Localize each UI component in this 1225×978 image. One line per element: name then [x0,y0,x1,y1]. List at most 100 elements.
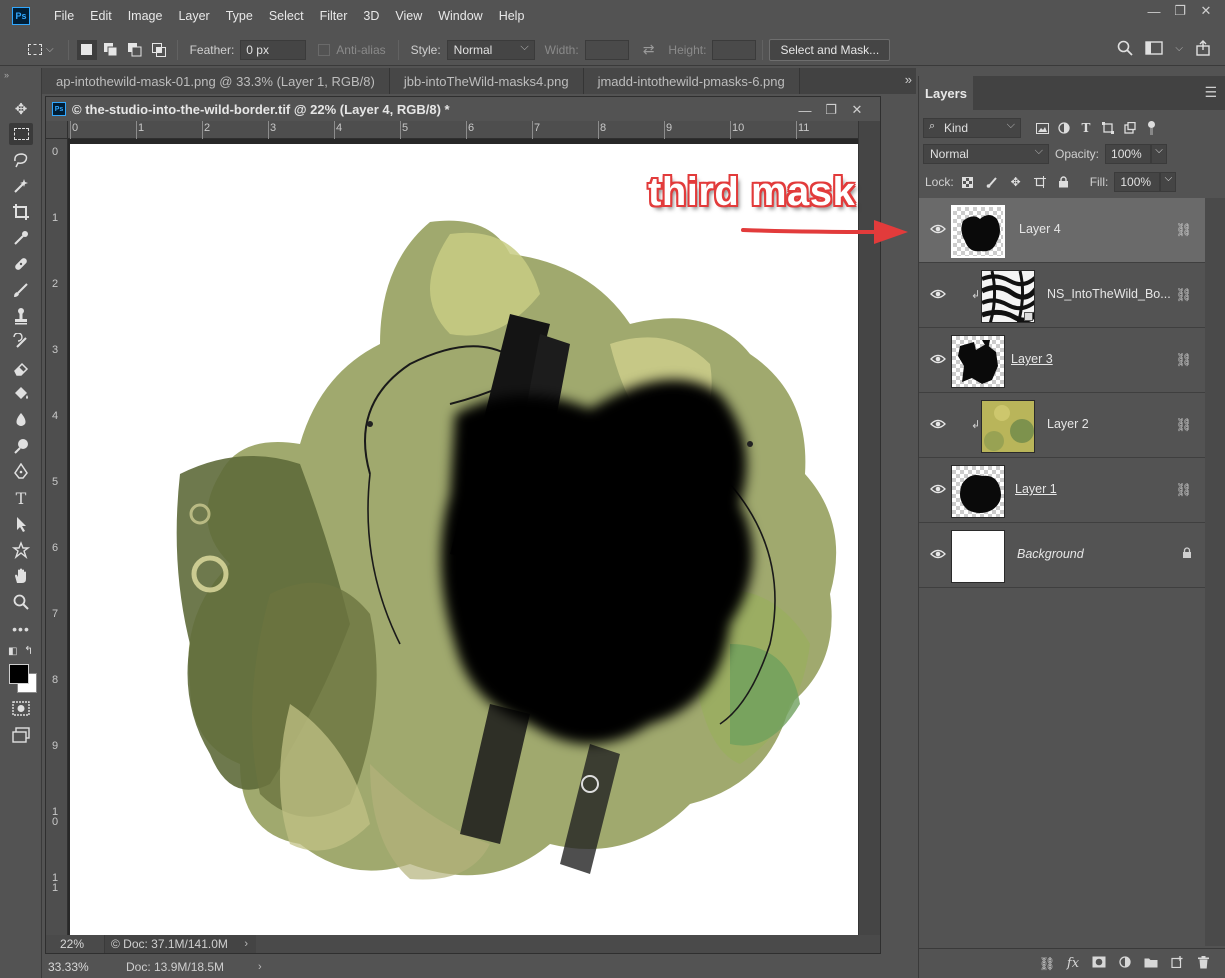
layer-row-ns-intothewild[interactable]: ↲ NS_IntoTheWild_Bo... ⛓ [919,263,1206,328]
new-layer-icon[interactable] [1164,956,1190,971]
close-button[interactable]: ✕ [1193,0,1219,22]
tab-document-2[interactable]: jbb-intoTheWild-masks4.png [389,68,584,94]
restore-button[interactable]: ❐ [1167,0,1193,22]
blend-mode-select[interactable]: Normal [923,144,1049,164]
document-size-info[interactable]: © Doc: 37.1M/141.0M › [104,935,256,953]
preset-chevron-down-icon[interactable]: ⌵ [46,44,54,55]
visibility-eye-icon[interactable] [929,287,947,301]
blur-tool-icon[interactable] [9,409,33,431]
delete-layer-trash-icon[interactable] [1190,955,1216,972]
document-canvas[interactable] [70,144,862,936]
path-selection-tool-icon[interactable] [9,513,33,535]
layers-scrollbar[interactable] [1205,198,1225,946]
layer-name[interactable]: Background [1017,547,1084,561]
status-menu-chevron-icon[interactable]: › [244,938,248,950]
pen-tool-icon[interactable] [9,461,33,483]
type-tool-icon[interactable]: T [9,487,33,509]
brush-tool-icon[interactable] [9,279,33,301]
quick-mask-icon[interactable] [9,698,33,720]
antialias-checkbox[interactable] [318,43,331,56]
photoshop-logo-icon[interactable]: Ps [12,7,30,25]
app-doc-size-info[interactable]: Doc: 13.9M/18.5M [126,960,224,974]
filter-shape-layers-icon[interactable] [1101,121,1115,135]
lock-position-icon[interactable]: ✥ [1009,175,1023,189]
toolbar-collapse-icon[interactable]: » [4,70,9,80]
share-icon[interactable] [1195,40,1211,56]
menu-window[interactable]: Window [430,9,490,23]
default-colors-icon[interactable]: ◧ [8,646,17,657]
workspace-icon[interactable] [1145,41,1164,55]
link-icon[interactable]: ⛓ [1175,482,1192,498]
layer-name[interactable]: Layer 3 [1011,352,1053,366]
history-brush-tool-icon[interactable] [9,331,33,353]
filter-type-layers-icon[interactable]: T [1079,121,1093,135]
lock-transparent-pixels-icon[interactable] [961,175,975,189]
zoom-tool-icon[interactable] [9,591,33,613]
layer-thumbnail[interactable] [951,530,1005,583]
lock-artboard-icon[interactable] [1033,175,1047,189]
menu-filter[interactable]: Filter [312,9,356,23]
new-adjustment-layer-icon[interactable] [1112,956,1138,971]
hand-tool-icon[interactable] [9,565,33,587]
layer-row-background[interactable]: Background [919,523,1206,588]
clone-stamp-tool-icon[interactable] [9,305,33,327]
style-select[interactable]: Normal [446,39,535,60]
visibility-eye-icon[interactable] [929,222,947,236]
menu-image[interactable]: Image [120,9,171,23]
menu-view[interactable]: View [387,9,430,23]
layer-name[interactable]: Layer 1 [1015,482,1057,496]
doc-close-button[interactable]: ✕ [844,99,870,121]
subtract-selection-button[interactable] [125,40,145,60]
link-icon[interactable]: ⛓ [1175,222,1192,238]
add-mask-icon[interactable] [1086,956,1112,971]
layer-style-fx-icon[interactable]: fx [1060,956,1086,971]
ruler-origin[interactable] [46,121,68,139]
link-icon[interactable]: ⛓ [1175,417,1192,433]
tab-layers[interactable]: Layers [919,76,973,110]
filter-kind-select[interactable]: ⌕ Kind [923,118,1021,138]
custom-shape-tool-icon[interactable] [9,539,33,561]
crop-tool-icon[interactable] [9,201,33,223]
height-input[interactable] [712,39,757,60]
tab-document-1[interactable]: ap-intothewild-mask-01.png @ 33.3% (Laye… [42,68,390,94]
doc-minimize-button[interactable]: — [792,99,818,121]
horizontal-ruler[interactable]: 0 1 2 3 4 5 6 7 8 9 10 11 [68,121,858,139]
quick-select-tool-icon[interactable] [9,175,33,197]
document-zoom-level[interactable]: 22% [46,937,104,951]
tab-overflow-icon[interactable]: » [905,72,912,87]
healing-brush-tool-icon[interactable] [9,253,33,275]
filter-smart-objects-icon[interactable] [1123,121,1137,135]
app-zoom-level[interactable]: 33.33% [42,960,116,974]
layer-name[interactable]: NS_IntoTheWild_Bo... [1047,287,1171,301]
swap-colors-icon[interactable]: ↰ [24,644,33,657]
layer-thumbnail[interactable] [981,400,1035,453]
swap-dimensions-icon[interactable]: ⇄ [643,41,655,58]
visibility-eye-icon[interactable] [929,482,947,496]
eyedropper-tool-icon[interactable] [9,227,33,249]
tab-document-3[interactable]: jmadd-intothewild-pmasks-6.png [583,68,800,94]
layer-row-layer-2[interactable]: ↲ Layer 2 ⛓ [919,393,1206,458]
move-tool-icon[interactable]: ✥ [9,98,33,120]
app-status-chevron-icon[interactable]: › [258,961,262,973]
layer-row-layer-1[interactable]: Layer 1 ⛓ [919,458,1206,523]
visibility-eye-icon[interactable] [929,547,947,561]
menu-type[interactable]: Type [218,9,261,23]
layer-row-layer-4[interactable]: Layer 4 ⛓ [919,198,1206,263]
workspace-chevron-down-icon[interactable]: ⌵ [1175,43,1183,54]
filter-pixel-layers-icon[interactable] [1035,121,1049,135]
more-tools-icon[interactable]: ••• [9,618,33,640]
layer-lock-icon[interactable] [1182,547,1192,562]
layer-row-layer-3[interactable]: Layer 3 ⛓ [919,328,1206,393]
intersect-selection-button[interactable] [149,40,169,60]
vertical-ruler[interactable]: 0 1 2 3 4 5 6 7 8 9 1 0 1 1 [46,139,68,935]
menu-help[interactable]: Help [491,9,533,23]
fill-chevron-down-icon[interactable]: ⌵ [1160,172,1177,192]
lock-image-pixels-icon[interactable] [985,175,999,189]
new-selection-button[interactable] [76,39,97,60]
menu-file[interactable]: File [46,9,82,23]
opacity-chevron-down-icon[interactable]: ⌵ [1151,144,1168,164]
layer-thumbnail[interactable] [951,465,1005,518]
foreground-color-swatch[interactable] [9,664,29,684]
canvas-area[interactable] [68,139,862,936]
doc-restore-button[interactable]: ❐ [818,99,844,121]
